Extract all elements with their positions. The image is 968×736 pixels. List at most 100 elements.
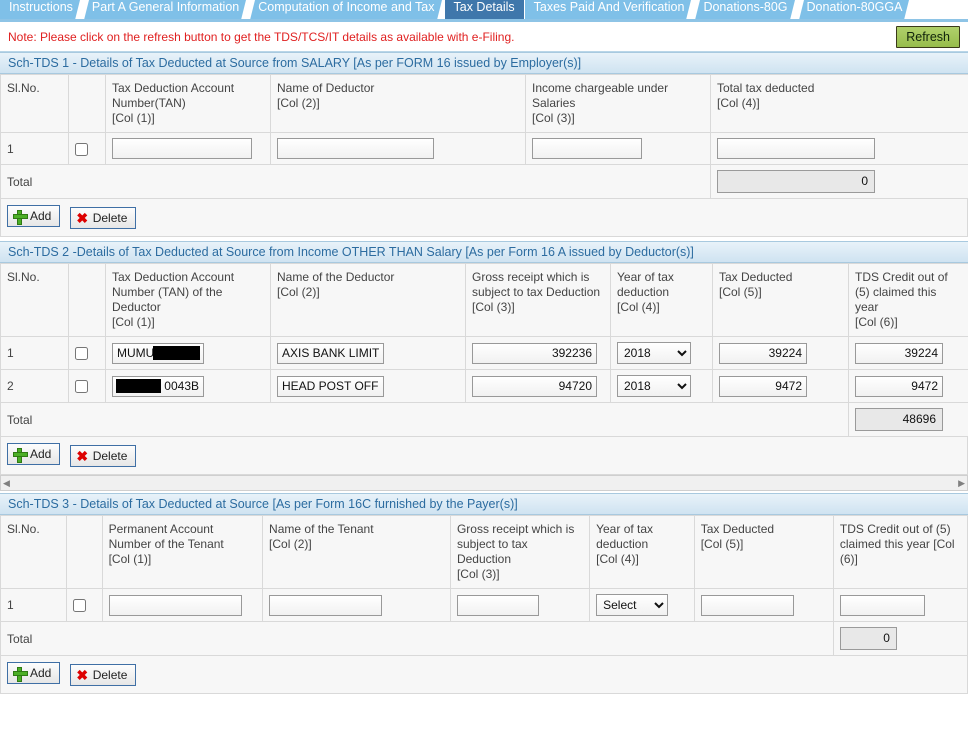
col-year-of-deduction: Year of tax deduction [Col (4)] <box>589 515 695 589</box>
horizontal-scrollbar[interactable]: ◀ ▶ <box>0 475 968 491</box>
row-select-checkbox[interactable] <box>73 599 87 613</box>
add-button[interactable]: Add <box>7 205 61 227</box>
tab-taxes-paid-and-verification[interactable]: Taxes Paid And Verification <box>524 0 694 19</box>
tds-credit-input[interactable] <box>839 594 925 616</box>
scroll-left-arrow-icon[interactable]: ◀ <box>3 476 10 490</box>
sch-tds-2-buttons: Add ✖ Delete <box>0 437 968 475</box>
tab-donation-80gga[interactable]: Donation-80GGA <box>797 0 912 19</box>
col-tds-credit: TDS Credit out of (5) claimed this year … <box>848 263 968 337</box>
cell-name <box>270 132 526 165</box>
section-sch-tds-1: Sch-TDS 1 - Details of Tax Deducted at S… <box>0 52 968 237</box>
cell-slno: 2 <box>0 369 69 403</box>
tab-label: Taxes Paid And Verification <box>533 0 685 14</box>
tab-donations-80g[interactable]: Donations-80G <box>694 0 797 19</box>
tab-part-a-general-information[interactable]: Part A General Information <box>82 0 249 19</box>
sch-tds-1-body: Sl.No. Tax Deduction Account Number(TAN)… <box>0 74 968 237</box>
tax-deducted-input[interactable] <box>719 342 807 364</box>
cell-tds-credit <box>832 588 968 622</box>
row-select-checkbox[interactable] <box>75 347 88 361</box>
row-select-checkbox[interactable] <box>75 380 88 394</box>
add-button[interactable]: Add <box>7 443 61 465</box>
table-row: 1 <box>0 336 968 370</box>
tenant-name-input[interactable] <box>269 594 383 616</box>
tds-credit-input[interactable] <box>855 342 943 364</box>
deductor-name-input[interactable] <box>277 375 384 397</box>
add-button[interactable]: Add <box>7 662 61 684</box>
delete-button-label: Delete <box>92 668 128 682</box>
tan-input[interactable] <box>112 375 204 397</box>
col-title: TDS Credit out of (5) claimed this year <box>855 270 948 314</box>
tab-instructions[interactable]: Instructions <box>0 0 82 19</box>
pan-input[interactable] <box>108 594 242 616</box>
row-select-checkbox[interactable] <box>75 142 88 156</box>
cell-slno: 1 <box>0 336 69 370</box>
deductor-name-input[interactable] <box>277 342 384 364</box>
col-tax-deducted: Tax Deducted [Col (5)] <box>712 263 849 337</box>
col-title: TDS Credit out of (5) claimed this year … <box>839 522 955 566</box>
delete-button[interactable]: ✖ Delete <box>69 664 137 686</box>
tan-input[interactable] <box>112 342 204 364</box>
cell-row-checkbox[interactable] <box>68 369 106 403</box>
col-gross-receipt: Gross receipt which is subject to tax De… <box>465 263 611 337</box>
col-hint: [Col (1)] <box>112 315 155 329</box>
tax-deducted-input[interactable] <box>700 594 794 616</box>
section-sch-tds-2: Sch-TDS 2 -Details of Tax Deducted at So… <box>0 241 968 475</box>
tds-credit-input[interactable] <box>855 375 943 397</box>
col-tan: Tax Deduction Account Number (TAN) of th… <box>105 263 271 337</box>
note-text: Note: Please click on the refresh button… <box>8 29 515 44</box>
col-hint: [Col (3)] <box>456 567 500 581</box>
col-title: Permanent Account Number of the Tenant <box>108 522 224 551</box>
section-sch-tds-3: Sch-TDS 3 - Details of Tax Deducted at S… <box>0 493 968 694</box>
delete-button[interactable]: ✖ Delete <box>69 445 137 467</box>
tan-input[interactable] <box>112 138 252 159</box>
col-title: Tax Deducted <box>719 270 793 284</box>
year-of-deduction-select[interactable]: Select <box>596 594 669 616</box>
year-of-deduction-select[interactable]: 2018 <box>617 342 691 364</box>
refresh-button[interactable]: Refresh <box>896 25 960 48</box>
cell-row-checkbox[interactable] <box>68 132 106 165</box>
col-hint: [Col (1)] <box>112 111 155 125</box>
cell-row-checkbox[interactable] <box>66 588 103 622</box>
tab-label: Instructions <box>9 0 73 14</box>
col-title: Tax Deduction Account Number(TAN) <box>112 81 235 110</box>
scroll-right-arrow-icon[interactable]: ▶ <box>958 476 965 490</box>
gross-receipt-input[interactable] <box>472 342 597 364</box>
tab-tax-details[interactable]: Tax Details <box>444 0 524 19</box>
plus-icon <box>13 209 28 225</box>
col-select <box>68 74 106 133</box>
gross-receipt-input[interactable] <box>472 375 597 397</box>
x-icon: ✖ <box>76 666 89 683</box>
sch-tds-1-table: Sl.No. Tax Deduction Account Number(TAN)… <box>0 74 968 199</box>
col-name-of-deductor: Name of the Deductor [Col (2)] <box>270 263 466 337</box>
sch-tds-3-body: Sl.No. Permanent Account Number of the T… <box>0 515 968 694</box>
col-select <box>68 263 106 337</box>
tan-field-wrap <box>112 342 204 364</box>
col-income-chargeable: Income chargeable under Salaries [Col (3… <box>525 74 711 133</box>
note-bar: Note: Please click on the refresh button… <box>0 22 968 52</box>
tds2-total-value: 48696 <box>855 408 943 431</box>
col-total-tax-deducted: Total tax deducted [Col (4)] <box>710 74 968 133</box>
total-tax-input[interactable] <box>717 138 875 159</box>
deductor-name-input[interactable] <box>277 138 434 159</box>
cell-row-checkbox[interactable] <box>68 336 106 370</box>
tds3-total-value: 0 <box>839 627 897 650</box>
col-name-of-tenant: Name of the Tenant [Col (2)] <box>262 515 451 589</box>
cell-tds-credit <box>848 369 968 403</box>
col-title: Total tax deducted <box>717 81 815 95</box>
table-header-row: Sl.No. Tax Deduction Account Number(TAN)… <box>0 74 968 133</box>
sch-tds-2-table: Sl.No. Tax Deduction Account Number (TAN… <box>0 263 968 437</box>
gross-receipt-input[interactable] <box>456 594 539 616</box>
col-title: Tax Deducted <box>700 522 775 536</box>
delete-button[interactable]: ✖ Delete <box>69 207 137 229</box>
x-icon: ✖ <box>76 447 89 464</box>
year-of-deduction-select[interactable]: 2018 <box>617 375 691 397</box>
income-input[interactable] <box>532 138 642 159</box>
total-row: Total 0 <box>0 621 968 656</box>
tax-deducted-input[interactable] <box>719 375 807 397</box>
tab-computation-of-income-and-tax[interactable]: Computation of Income and Tax <box>249 0 444 19</box>
col-hint: [Col (3)] <box>532 111 575 125</box>
sch-tds-2-heading: Sch-TDS 2 -Details of Tax Deducted at So… <box>0 241 968 263</box>
col-hint: [Col (2)] <box>269 537 312 551</box>
cell-name <box>270 336 466 370</box>
cell-slno: 1 <box>0 132 69 165</box>
